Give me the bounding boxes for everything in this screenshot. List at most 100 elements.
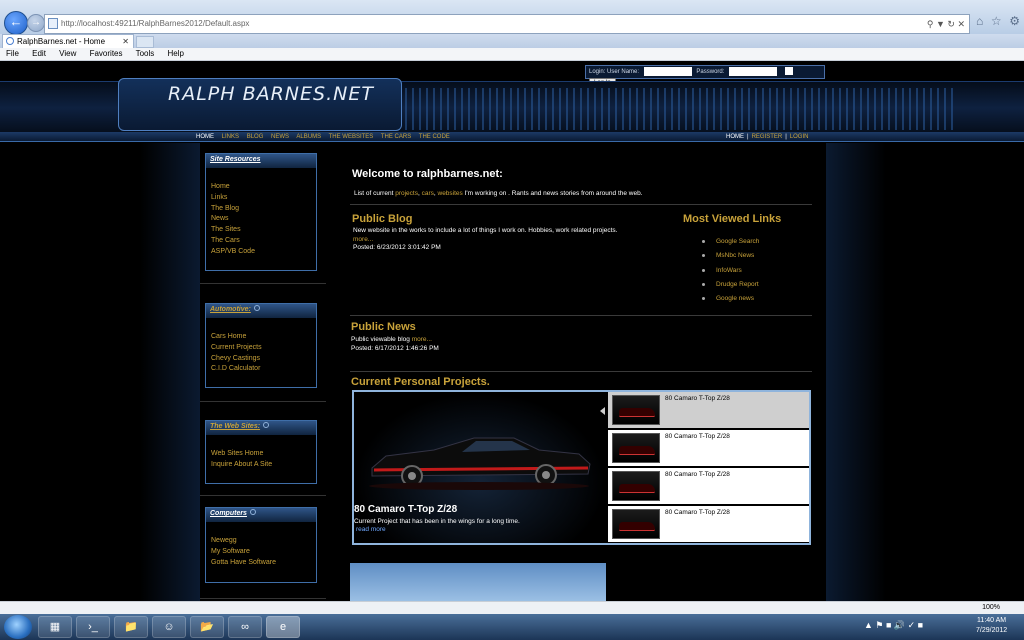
- ie-favicon-icon: [6, 37, 14, 45]
- username-input[interactable]: [643, 66, 692, 76]
- menu-help[interactable]: Help: [168, 49, 184, 58]
- banner-code-graphic: [398, 88, 958, 130]
- public-news-title[interactable]: Public News: [351, 321, 416, 333]
- taskbar-visual-studio-icon[interactable]: ∞: [228, 616, 262, 638]
- main-content: Welcome to ralphbarnes.net: List of curr…: [346, 143, 820, 601]
- public-blog-entry: New website in the works to include a lo…: [353, 227, 618, 251]
- nav-blog[interactable]: BLOG: [247, 134, 264, 140]
- taskbar-folder-icon[interactable]: 📂: [190, 616, 224, 638]
- slider-thumb[interactable]: 80 Camaro T-Top Z/28: [606, 430, 809, 467]
- link-google-news[interactable]: Google news: [702, 292, 759, 306]
- sidebar-item-gotta-have-software[interactable]: Gotta Have Software: [211, 558, 316, 569]
- sidebar-item-links[interactable]: Links: [211, 193, 316, 204]
- link-websites[interactable]: websites: [438, 190, 463, 197]
- computers-box: Computers Newegg My Software Gotta Have …: [205, 507, 317, 583]
- page-right-gradient: [826, 143, 886, 601]
- blog-more-link[interactable]: more...: [353, 236, 373, 243]
- tab-home[interactable]: RalphBarnes.net - Home ✕: [2, 34, 134, 48]
- nav-websites[interactable]: THE WEBSITES: [329, 134, 374, 140]
- info-icon: [253, 305, 260, 311]
- slide-image[interactable]: 80 Camaro T-Top Z/28 Current Project tha…: [354, 392, 606, 543]
- sidebar-item-code[interactable]: ASP/VB Code: [211, 247, 316, 258]
- taskbar-server-manager-icon[interactable]: ▦: [38, 616, 72, 638]
- automotive-box: Automotive: Cars Home Current Projects C…: [205, 303, 317, 388]
- sidebar-item-home[interactable]: Home: [211, 182, 316, 193]
- nav-home[interactable]: HOME: [196, 134, 214, 140]
- public-news-entry: Public viewable blog more... Posted: 6/1…: [351, 336, 439, 352]
- slider-thumb[interactable]: 80 Camaro T-Top Z/28: [606, 506, 809, 543]
- link-msnbc-news[interactable]: MsNbc News: [702, 249, 759, 263]
- nav-cars[interactable]: THE CARS: [381, 134, 411, 140]
- close-tab-icon[interactable]: ✕: [122, 35, 129, 48]
- link-google-search[interactable]: Google Search: [702, 235, 759, 249]
- new-tab-button[interactable]: [136, 36, 154, 48]
- sidebar-item-current-projects[interactable]: Current Projects: [211, 343, 316, 354]
- thumb-image: [612, 471, 660, 501]
- menu-tools[interactable]: Tools: [136, 49, 155, 58]
- link-infowars[interactable]: InfoWars: [702, 264, 759, 278]
- nav-right-home[interactable]: HOME: [726, 134, 744, 140]
- blue-content-block: [350, 563, 606, 601]
- forward-button[interactable]: →: [27, 14, 45, 32]
- web-sites-title: The Web Sites:: [206, 421, 316, 435]
- gear-icon[interactable]: ⚙: [1009, 14, 1020, 28]
- sidebar-item-blog[interactable]: The Blog: [211, 204, 316, 215]
- nav-register[interactable]: REGISTER: [752, 134, 783, 140]
- sidebar-item-my-software[interactable]: My Software: [211, 547, 316, 558]
- sidebar-item-sites[interactable]: The Sites: [211, 225, 316, 236]
- slider-thumbnails: 80 Camaro T-Top Z/28 80 Camaro T-Top Z/2…: [606, 392, 809, 543]
- public-blog-title[interactable]: Public Blog: [352, 213, 413, 225]
- sidebar-item-web-sites-home[interactable]: Web Sites Home: [211, 449, 316, 460]
- link-projects[interactable]: projects: [395, 190, 418, 197]
- thumb-image: [612, 395, 660, 425]
- sidebar-item-cid-calculator[interactable]: C.I.D Calculator: [211, 364, 316, 375]
- site-logo[interactable]: RALPH BARNES.NET: [168, 83, 374, 105]
- thumb-label: 80 Camaro T-Top Z/28: [665, 433, 730, 440]
- sidebar-item-newegg[interactable]: Newegg: [211, 536, 316, 547]
- news-more-link[interactable]: more...: [412, 336, 432, 343]
- computers-title: Computers: [206, 508, 316, 522]
- thumb-label: 80 Camaro T-Top Z/28: [665, 395, 730, 402]
- site-resources-title: Site Resources: [206, 154, 316, 168]
- sidebar-item-cars-home[interactable]: Cars Home: [211, 332, 316, 343]
- login-strip: Login: User Name: Password: Log In: [585, 65, 825, 89]
- sidebar-item-cars[interactable]: The Cars: [211, 236, 316, 247]
- nav-code[interactable]: THE CODE: [419, 134, 450, 140]
- sidebar-item-chevy-castings[interactable]: Chevy Castings: [211, 354, 316, 365]
- taskbar-explorer-icon[interactable]: 📁: [114, 616, 148, 638]
- zoom-level[interactable]: 100%: [982, 602, 1000, 614]
- taskbar-network-icon[interactable]: ☺: [152, 616, 186, 638]
- menu-bar: File Edit View Favorites Tools Help: [0, 48, 1024, 61]
- nav-login[interactable]: LOGIN: [790, 134, 809, 140]
- menu-file[interactable]: File: [6, 49, 19, 58]
- menu-view[interactable]: View: [59, 49, 76, 58]
- sidebar-item-inquire[interactable]: Inquire About A Site: [211, 460, 316, 471]
- menu-favorites[interactable]: Favorites: [90, 49, 123, 58]
- slide-read-more-link[interactable]: read more: [356, 526, 386, 533]
- slide-text: Current Project that has been in the win…: [354, 518, 520, 525]
- site-nav-links: HOME LINKS BLOG NEWS ALBUMS THE WEBSITES…: [196, 133, 456, 141]
- taskbar-ie-icon[interactable]: e: [266, 616, 300, 638]
- web-sites-box: The Web Sites: Web Sites Home Inquire Ab…: [205, 420, 317, 484]
- divider: [350, 315, 812, 316]
- nav-links[interactable]: LINKS: [222, 134, 239, 140]
- nav-news[interactable]: NEWS: [271, 134, 289, 140]
- projects-title: Current Personal Projects.: [351, 376, 490, 388]
- start-button[interactable]: [4, 615, 32, 639]
- refresh-icon[interactable]: ⚲ ▼ ↻ ✕: [927, 15, 965, 33]
- taskbar-powershell-icon[interactable]: ›_: [76, 616, 110, 638]
- password-input[interactable]: [729, 66, 778, 76]
- sidebar-item-news[interactable]: News: [211, 214, 316, 225]
- slider-thumb[interactable]: 80 Camaro T-Top Z/28: [606, 392, 809, 429]
- link-cars[interactable]: cars: [422, 190, 434, 197]
- slider-thumb[interactable]: 80 Camaro T-Top Z/28: [606, 468, 809, 505]
- address-bar[interactable]: http://localhost:49211/RalphBarnes2012/D…: [44, 14, 970, 34]
- link-drudge-report[interactable]: Drudge Report: [702, 278, 759, 292]
- menu-edit[interactable]: Edit: [32, 49, 46, 58]
- back-button[interactable]: ←: [4, 11, 28, 35]
- home-icon[interactable]: ⌂: [976, 14, 983, 28]
- remember-checkbox[interactable]: [784, 67, 793, 76]
- nav-albums[interactable]: ALBUMS: [296, 134, 321, 140]
- clock[interactable]: 11:40 AM 7/29/2012: [976, 616, 1007, 636]
- favorites-star-icon[interactable]: ☆: [991, 14, 1002, 28]
